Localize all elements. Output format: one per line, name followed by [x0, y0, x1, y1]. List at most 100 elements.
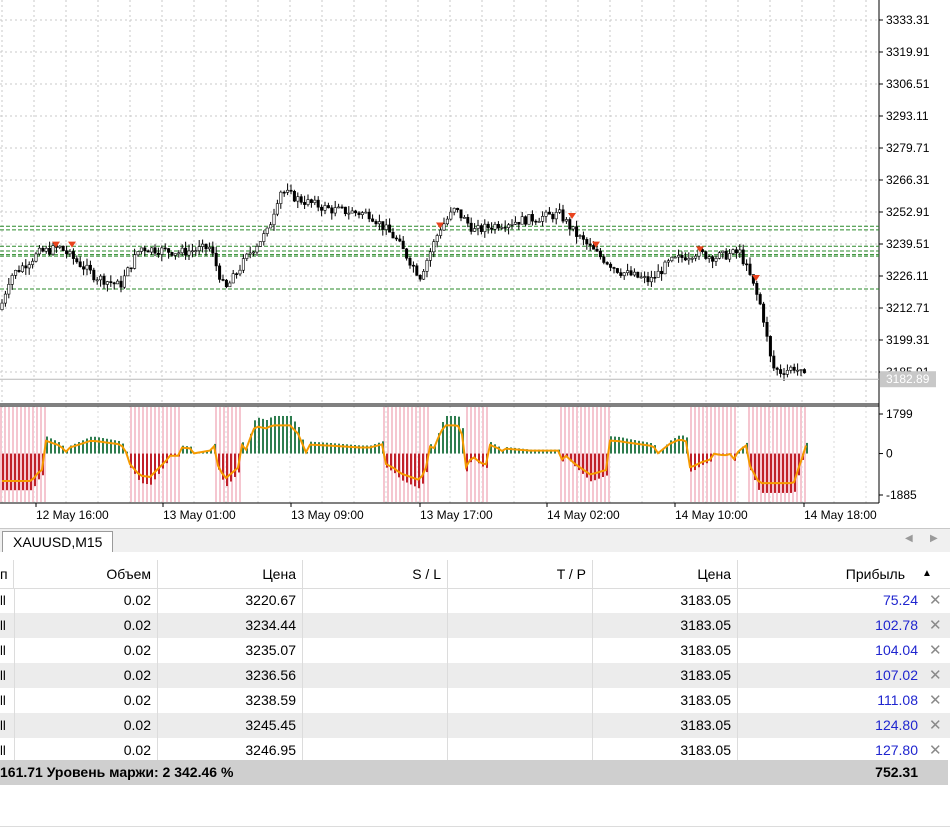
candle-body [290, 190, 292, 191]
header-volume[interactable]: Объем [14, 560, 158, 588]
candle-body [365, 212, 367, 213]
candle-body [453, 208, 455, 212]
candle-body [28, 265, 30, 268]
header-price[interactable]: Цена [158, 560, 303, 588]
candle-body [79, 262, 81, 267]
candle-body [739, 250, 741, 253]
candle-body [144, 248, 146, 251]
indicator-histogram-bar [14, 454, 16, 491]
header-type[interactable]: п [0, 560, 14, 588]
close-position-icon[interactable]: ✕ [929, 663, 942, 688]
price-chart[interactable]: 3333.313319.913306.513293.113279.713266.… [0, 0, 950, 528]
table-row[interactable]: ll0.023236.563183.05107.02✕ [0, 663, 950, 688]
table-row[interactable]: ll0.023234.443183.05102.78✕ [0, 613, 950, 638]
cell-volume: 0.02 [14, 638, 158, 663]
indicator-histogram-bar [26, 454, 28, 491]
table-row[interactable]: ll0.023235.073183.05104.04✕ [0, 638, 950, 663]
indicator-histogram-bar [622, 438, 624, 454]
price-axis-label: 3226.11 [886, 269, 929, 283]
close-position-icon[interactable]: ✕ [929, 638, 942, 663]
table-row[interactable]: ll0.023245.453183.05124.80✕ [0, 713, 950, 738]
cell-profit: 107.02 [738, 663, 924, 688]
candle-body [416, 266, 418, 275]
candle-body [599, 251, 601, 257]
candle-body [259, 242, 261, 247]
candle-body [167, 249, 169, 253]
indicator-histogram-bar [266, 420, 268, 454]
candle-body [303, 202, 305, 204]
candle-body [749, 264, 751, 275]
chevron-right-icon[interactable]: ▶ [930, 533, 938, 544]
candle-body [161, 248, 163, 255]
indicator-histogram-bar [786, 454, 788, 493]
candle-body [286, 190, 288, 192]
candle-body [718, 253, 720, 259]
candle-body [174, 254, 176, 256]
candle-body [664, 262, 666, 274]
candle-body [137, 251, 139, 254]
indicator-histogram-bar [290, 416, 292, 454]
indicator-histogram-bar [298, 427, 300, 454]
indicator-histogram-bar [138, 454, 140, 480]
indicator-histogram-bar [774, 454, 776, 493]
indicator-histogram-bar [110, 439, 112, 453]
close-position-icon[interactable]: ✕ [929, 613, 942, 638]
indicator-histogram-bar [318, 442, 320, 453]
indicator-histogram-bar [258, 418, 260, 454]
header-current-price[interactable]: Цена [593, 560, 738, 588]
chevron-left-icon[interactable]: ◀ [905, 533, 913, 544]
candle-body [501, 227, 503, 228]
candle-body [725, 251, 727, 259]
table-header: п Объем Цена S / L T / P Цена Прибыль ▲ [0, 560, 950, 589]
candle-body [8, 284, 10, 294]
candle-body [52, 246, 54, 254]
indicator-shade [36, 407, 38, 502]
sell-marker-icon [568, 213, 576, 219]
candle-body [225, 280, 227, 287]
candle-body [439, 230, 441, 235]
candle-body [31, 261, 33, 264]
indicator-histogram-bar [234, 454, 236, 477]
close-position-icon[interactable]: ✕ [929, 588, 942, 613]
candle-body [1, 303, 3, 310]
cell-type: ll [0, 613, 15, 638]
candle-body [42, 248, 44, 251]
indicator-shade [564, 407, 566, 502]
candle-body [242, 259, 244, 271]
indicator-histogram-bar [270, 417, 272, 453]
candle-body [331, 208, 333, 213]
candle-body [541, 216, 543, 221]
cell-price: 3220.67 [158, 588, 303, 613]
tab-symbol[interactable]: XAUUSD,M15 [2, 531, 113, 552]
indicator-histogram-bar [90, 437, 92, 454]
indicator-histogram-bar [766, 454, 768, 493]
candle-body [531, 214, 533, 221]
candle-body [429, 252, 431, 261]
indicator-histogram-bar [314, 442, 316, 454]
cell-sl [303, 663, 448, 688]
indicator-shade [792, 407, 794, 502]
close-position-icon[interactable]: ✕ [929, 688, 942, 713]
candle-body [470, 223, 472, 231]
margin-summary: 161.71 Уровень маржи: 2 342.46 % [0, 760, 233, 785]
table-row[interactable]: ll0.023238.593183.05111.08✕ [0, 688, 950, 713]
candle-body [419, 275, 421, 279]
header-sl[interactable]: S / L [303, 560, 448, 588]
indicator-histogram-bar [682, 436, 684, 454]
candle-body [208, 247, 210, 249]
close-position-icon[interactable]: ✕ [929, 713, 942, 738]
candle-body [164, 248, 166, 249]
candle-body [215, 253, 217, 266]
chart-canvas[interactable]: 3333.313319.913306.513293.113279.713266.… [0, 0, 950, 528]
candle-body [337, 207, 339, 208]
header-tp[interactable]: T / P [448, 560, 593, 588]
candle-body [212, 247, 214, 253]
price-axis-label: 3212.71 [886, 301, 930, 315]
indicator-histogram-bar [450, 416, 452, 454]
candle-body [596, 249, 598, 251]
sort-up-triangle-icon[interactable]: ▲ [922, 560, 932, 588]
candle-body [633, 272, 635, 275]
header-profit[interactable]: Прибыль [738, 560, 913, 588]
table-row[interactable]: ll0.023220.673183.0575.24✕ [0, 588, 950, 613]
candle-body [800, 369, 802, 370]
